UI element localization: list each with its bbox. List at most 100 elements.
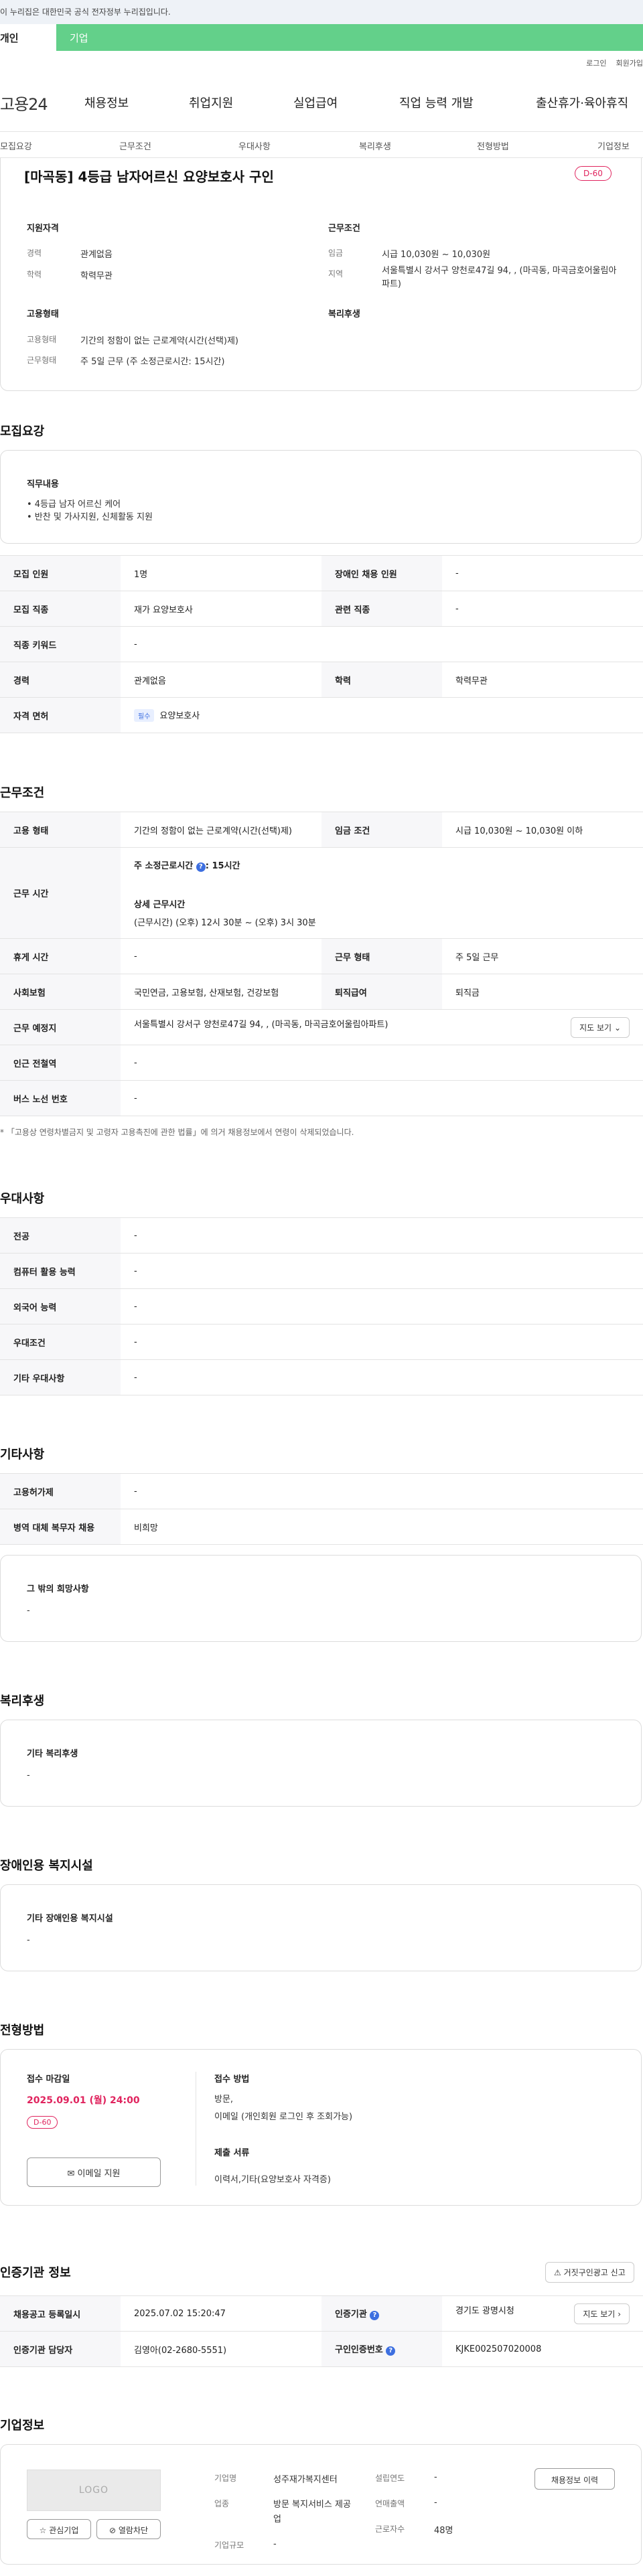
wish-card [0,1555,642,1642]
table-row: 버스 노선 번호 - [0,1080,643,1116]
chevron-down-icon: ⌄ [614,1022,621,1033]
tab-personal[interactable]: 개인 [0,24,56,51]
major-key: 전공 [0,1217,121,1254]
license-key: 자격 면허 [0,697,121,733]
signup-link[interactable]: 회원가입 [616,59,643,68]
weekly-hours-value: : 15시간 [205,860,240,871]
cert-map-button[interactable]: 지도 보기 › [574,2303,630,2324]
pref-cond-key: 우대조건 [0,1324,121,1360]
location-key: 지역 [328,269,344,279]
sales-key: 연매출액 [375,2499,405,2508]
tab-company[interactable]: 기업 [56,24,643,51]
welfare-section-heading: 복리후생 [0,1694,45,1708]
permit-key: 고용허가제 [0,1473,121,1509]
employ-type-key: 고용형태 [27,335,57,344]
conditions-table: 고용 형태 기간의 정함이 없는 근로계약(시간(선택)제) 임금 조건 시급 10,… [0,812,643,1116]
work-type-key: 근무형태 [27,356,57,365]
reg-date-value: 2025.07.02 15:20:47 [121,2295,322,2332]
site-logo[interactable]: 고용24 [0,91,48,115]
keyword-key: 직종 키워드 [0,626,121,662]
star-icon: ☆ [39,2526,47,2535]
workplace-value: 서울특별시 강서구 양천로47길 94, , (마곡동, 마곡금호어울림아파트) [134,1019,388,1030]
rest-key: 휴게 시간 [0,938,121,974]
block-view-button[interactable]: ⊘ 열람차단 [96,2519,161,2539]
cond-heading: 근무조건 [328,224,360,234]
related-value: - [442,591,643,627]
preference-table: 전공 - 컴퓨터 활용 능력 - 외국어 능력 - 우대조건 - 기타 우대사항 - [0,1217,643,1395]
facility-heading: 장애인용 복지시설 [0,1859,93,1873]
age-law-note: * 「고용상 연령차별금지 및 고령자 고용촉진에 관한 법률」에 의거 채용정… [0,1128,354,1137]
report-button-label: 거짓구인광고 신고 [563,2268,626,2277]
cert-no-key-cell: 구인인증번호 ? [322,2331,442,2367]
bus-key: 버스 노선 번호 [0,1080,121,1116]
section-nav-preference[interactable]: 우대사항 [238,139,271,152]
gnb-item-unemployment-benefit[interactable]: 실업급여 [293,94,338,114]
info-icon[interactable]: ? [196,862,206,872]
table-row: 고용 형태 기간의 정함이 없는 근로계약(시간(선택)제) 임금 조건 시급 10,… [0,812,643,848]
map-button-label: 지도 보기 [579,1022,612,1033]
email-apply-button[interactable]: ✉ 이메일 지원 [27,2157,161,2187]
pref-etc-value: - [121,1359,643,1395]
emp-type-value: 기간의 정함이 없는 근로계약(시간(선택)제) [121,812,322,848]
report-button[interactable]: ⚠ 거짓구인광고 신고 [545,2262,634,2283]
career-row-key: 경력 [0,662,121,698]
section-nav-company[interactable]: 기업정보 [597,139,630,152]
cert-org-key-cell: 인증기관 ? [322,2295,442,2332]
docs-label: 제출 서류 [214,2148,250,2158]
duty-line-2: • 반찬 및 가사지원, 신체활동 지원 [27,512,153,522]
company-heading: 기업정보 [0,2419,45,2433]
others-table: 고용허가제 - 병역 대체 복무자 채용 비희망 [0,1473,643,1545]
gnb-item-employment-support[interactable]: 취업지원 [189,94,233,114]
block-icon: ⊘ [109,2526,117,2535]
table-row: 경력 관계없음 학력 학력무관 [0,662,643,698]
section-nav-conditions[interactable]: 근무조건 [119,139,151,152]
selection-dday-badge: D-60 [27,2116,58,2129]
job-value: 재가 요양보호사 [121,591,322,627]
section-nav-recruit[interactable]: 모집요강 [0,139,32,152]
permit-value: - [121,1473,643,1509]
table-row: 우대조건 - [0,1324,643,1360]
cert-map-button-label: 지도 보기 [583,2309,616,2319]
welfare-card [0,1720,642,1807]
work-shape-value: 주 5일 근무 [442,938,643,974]
method-line-1: 방문, [214,2095,234,2105]
info-icon[interactable]: ? [370,2311,380,2320]
military-value: 비희망 [121,1509,643,1545]
gnb-item-parental-leave[interactable]: 출산휴가·육아휴직 [536,94,628,114]
section-nav-selection[interactable]: 전형방법 [477,139,509,152]
emp-type-key: 고용 형태 [0,812,121,848]
section-nav-welfare[interactable]: 복리후생 [359,139,391,152]
edu-key: 학력 [27,270,42,279]
map-button[interactable]: 지도 보기 ⌄ [571,1016,630,1038]
table-row: 병역 대체 복무자 채용 비희망 [0,1509,643,1545]
insurance-key: 사회보험 [0,974,121,1010]
welfare-sub: 기타 복리후생 [27,1749,78,1759]
job-history-button[interactable]: 채용정보 이력 [534,2468,615,2490]
favorite-company-button[interactable]: ☆ 관심기업 [27,2519,91,2539]
work-type-value: 주 5일 근무 (주 소정근로시간: 15시간) [80,357,225,367]
staff-value: 48명 [434,2526,453,2536]
method-line-2: 이메일 (개인회원 로그인 후 조회가능) [214,2112,353,2122]
table-row: 자격 면허 필수 요양보호사 [0,697,643,733]
subway-key: 인근 전철역 [0,1045,121,1081]
selection-heading: 전형방법 [0,2024,45,2038]
docs-value: 이력서,기타(요양보호사 자격증) [214,2175,331,2185]
gnb-item-jobs[interactable]: 채용정보 [84,94,129,114]
login-link[interactable]: 로그인 [586,59,606,68]
rest-value: - [121,938,322,974]
wish-value: - [27,1606,30,1616]
career-key: 경력 [27,248,42,258]
dday-badge: D-60 [575,166,612,181]
tab-company-label: 기업 [70,32,88,44]
gnb-item-skills[interactable]: 직업 능력 개발 [399,94,474,114]
workplace-key: 근무 예정지 [0,1009,121,1045]
cert-table: 채용공고 등록일시 2025.07.02 15:20:47 인증기관 ? 경기도 광명… [0,2295,643,2367]
info-icon[interactable]: ? [386,2346,396,2356]
table-row: 전공 - [0,1217,643,1254]
industry-value: 방문 복지서비스 제공업 [273,2500,351,2524]
retirement-value: 퇴직금 [442,974,643,1010]
tab-personal-label: 개인 [0,32,19,44]
mail-icon: ✉ [67,2169,75,2179]
work-time-key: 근무 시간 [0,847,121,939]
staff-key: 근로자수 [375,2524,405,2534]
